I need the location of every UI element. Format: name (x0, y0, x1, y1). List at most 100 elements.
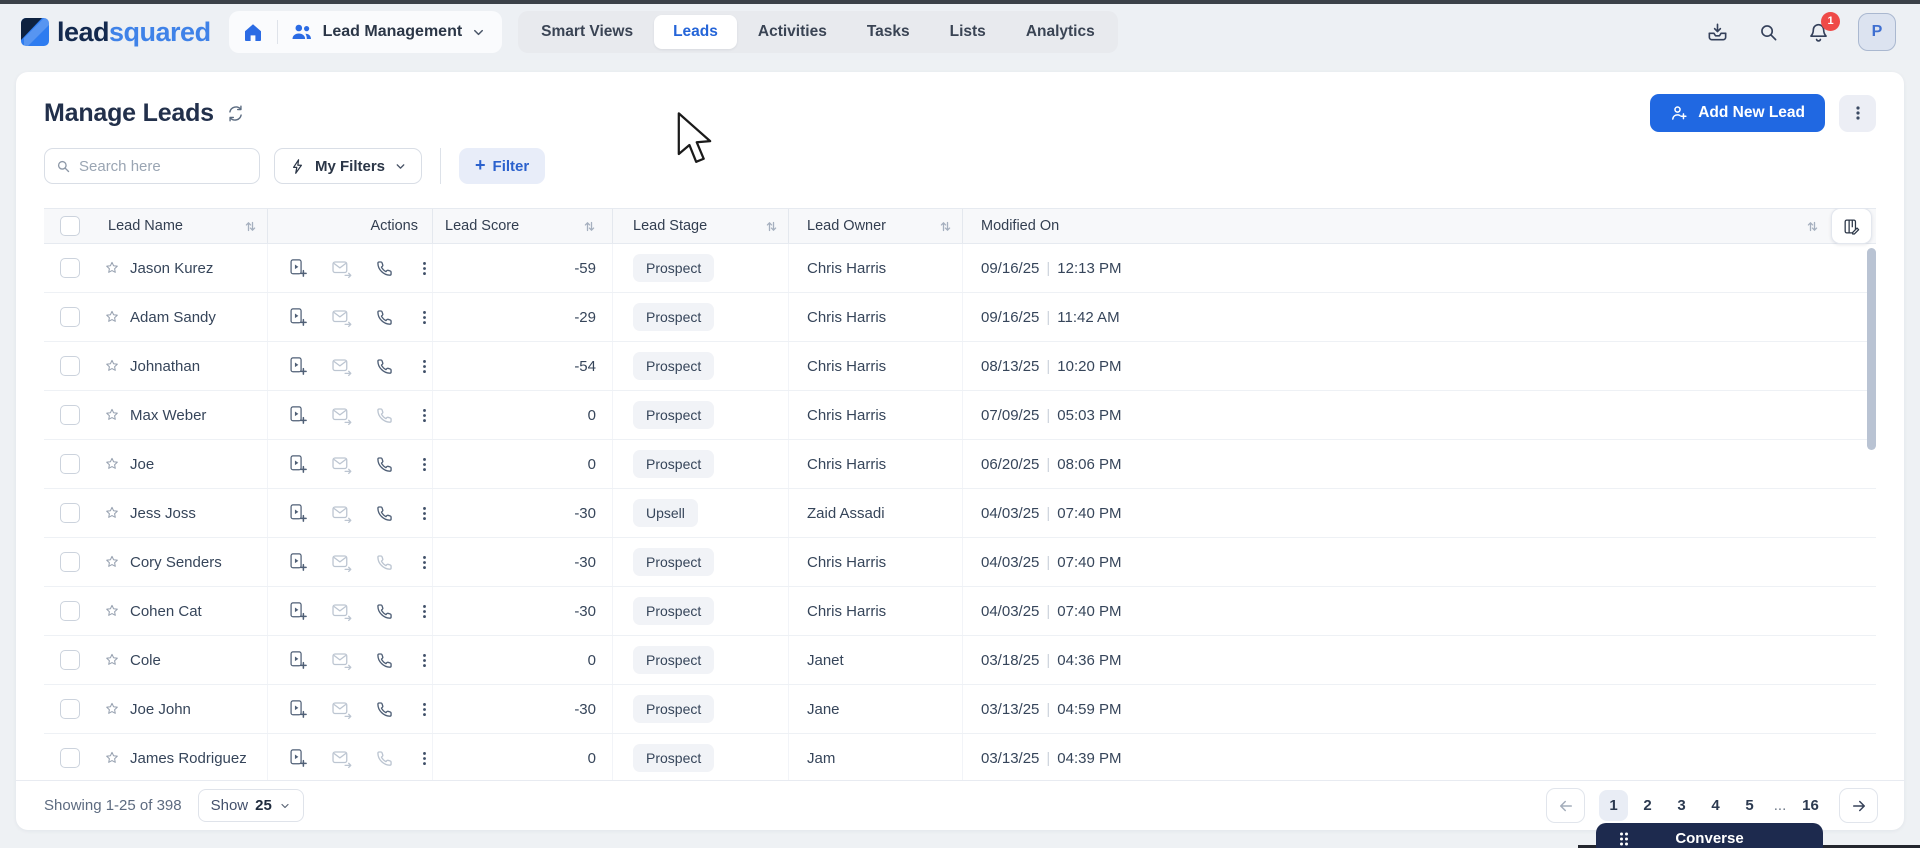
tab-smart-views[interactable]: Smart Views (522, 15, 652, 49)
row-checkbox[interactable] (60, 650, 80, 670)
add-activity-icon[interactable] (288, 356, 308, 376)
add-activity-icon[interactable] (288, 503, 308, 523)
lead-name[interactable]: Cohen Cat (130, 603, 202, 620)
search-input[interactable] (44, 148, 260, 184)
tab-tasks[interactable]: Tasks (848, 15, 929, 49)
user-avatar[interactable]: P (1858, 13, 1896, 51)
call-icon[interactable] (375, 504, 394, 523)
row-checkbox[interactable] (60, 356, 80, 376)
row-menu-icon[interactable] (417, 604, 432, 619)
more-options-button[interactable] (1839, 95, 1876, 132)
send-email-icon[interactable] (331, 552, 352, 573)
call-icon[interactable] (375, 259, 394, 278)
drag-handle-icon[interactable] (1618, 831, 1630, 847)
send-email-icon[interactable] (331, 699, 352, 720)
add-activity-icon[interactable] (288, 699, 308, 719)
star-icon[interactable] (104, 750, 120, 766)
pagination-page-1[interactable]: 1 (1599, 790, 1628, 821)
add-activity-icon[interactable] (288, 601, 308, 621)
row-menu-icon[interactable] (417, 359, 432, 374)
row-menu-icon[interactable] (417, 457, 432, 472)
converse-bar[interactable]: Converse (1596, 823, 1823, 848)
row-menu-icon[interactable] (417, 310, 432, 325)
call-icon[interactable] (375, 651, 394, 670)
add-activity-icon[interactable] (288, 405, 308, 425)
star-icon[interactable] (104, 358, 120, 374)
sort-lead-owner[interactable] (939, 220, 952, 233)
sort-lead-score[interactable] (583, 220, 596, 233)
row-checkbox[interactable] (60, 503, 80, 523)
send-email-icon[interactable] (331, 405, 352, 426)
row-checkbox[interactable] (60, 748, 80, 768)
star-icon[interactable] (104, 603, 120, 619)
lead-name[interactable]: James Rodriguez (130, 750, 247, 767)
star-icon[interactable] (104, 407, 120, 423)
search-button[interactable] (1757, 21, 1779, 43)
pagination-page-5[interactable]: 5 (1735, 790, 1764, 821)
call-icon[interactable] (375, 357, 394, 376)
send-email-icon[interactable] (331, 258, 352, 279)
row-menu-icon[interactable] (417, 702, 432, 717)
lead-name[interactable]: Max Weber (130, 407, 206, 424)
pagination-page-2[interactable]: 2 (1633, 790, 1662, 821)
call-icon[interactable] (375, 553, 394, 572)
add-activity-icon[interactable] (288, 307, 308, 327)
row-menu-icon[interactable] (417, 555, 432, 570)
send-email-icon[interactable] (331, 748, 352, 769)
add-filter-button[interactable]: + Filter (459, 148, 545, 184)
row-checkbox[interactable] (60, 405, 80, 425)
previous-page-button[interactable] (1546, 788, 1585, 823)
sort-modified-on[interactable] (1806, 220, 1819, 233)
refresh-button[interactable] (226, 104, 245, 123)
notifications-button[interactable]: 1 (1807, 21, 1830, 44)
call-icon[interactable] (375, 602, 394, 621)
row-menu-icon[interactable] (417, 261, 432, 276)
add-activity-icon[interactable] (288, 454, 308, 474)
table-scrollbar[interactable] (1867, 248, 1876, 450)
row-checkbox[interactable] (60, 454, 80, 474)
pagination-page-16[interactable]: 16 (1796, 790, 1825, 821)
star-icon[interactable] (104, 456, 120, 472)
row-menu-icon[interactable] (417, 653, 432, 668)
row-menu-icon[interactable] (417, 506, 432, 521)
star-icon[interactable] (104, 309, 120, 325)
send-email-icon[interactable] (331, 650, 352, 671)
send-email-icon[interactable] (331, 356, 352, 377)
send-email-icon[interactable] (331, 601, 352, 622)
tab-leads[interactable]: Leads (654, 15, 737, 49)
add-activity-icon[interactable] (288, 748, 308, 768)
pagination-page-3[interactable]: 3 (1667, 790, 1696, 821)
home-button[interactable] (241, 20, 265, 44)
lead-name[interactable]: Joe (130, 456, 154, 473)
tab-lists[interactable]: Lists (931, 15, 1005, 49)
call-icon[interactable] (375, 308, 394, 327)
row-checkbox[interactable] (60, 601, 80, 621)
call-icon[interactable] (375, 455, 394, 474)
call-icon[interactable] (375, 749, 394, 768)
row-checkbox[interactable] (60, 307, 80, 327)
star-icon[interactable] (104, 652, 120, 668)
send-email-icon[interactable] (331, 307, 352, 328)
add-new-lead-button[interactable]: Add New Lead (1650, 94, 1825, 132)
sort-lead-name[interactable] (244, 220, 257, 233)
lead-name[interactable]: Cory Senders (130, 554, 222, 571)
star-icon[interactable] (104, 701, 120, 717)
sort-lead-stage[interactable] (765, 220, 778, 233)
row-menu-icon[interactable] (417, 408, 432, 423)
row-checkbox[interactable] (60, 699, 80, 719)
send-email-icon[interactable] (331, 454, 352, 475)
add-activity-icon[interactable] (288, 650, 308, 670)
lead-management-menu[interactable]: Lead Management (290, 20, 487, 44)
lead-name[interactable]: Joe John (130, 701, 191, 718)
leadsquared-logo[interactable]: leadsquared (20, 17, 211, 48)
add-activity-icon[interactable] (288, 552, 308, 572)
select-all-checkbox[interactable] (60, 216, 80, 236)
inbox-button[interactable] (1706, 21, 1729, 44)
call-icon[interactable] (375, 700, 394, 719)
star-icon[interactable] (104, 260, 120, 276)
row-checkbox[interactable] (60, 552, 80, 572)
next-page-button[interactable] (1839, 788, 1878, 823)
call-icon[interactable] (375, 406, 394, 425)
send-email-icon[interactable] (331, 503, 352, 524)
add-activity-icon[interactable] (288, 258, 308, 278)
